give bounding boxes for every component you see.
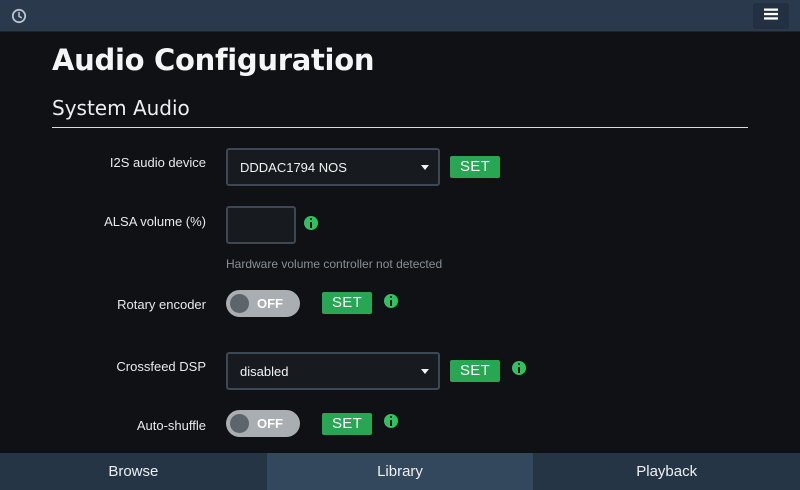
crossfeed-dsp-set-button[interactable]: SET: [450, 360, 500, 382]
crossfeed-dsp-value: disabled: [240, 364, 289, 379]
bottom-nav: Browse Library Playback: [0, 453, 800, 490]
section-title: System Audio: [52, 96, 190, 120]
toggle-knob: [230, 414, 249, 433]
i2s-device-set-button[interactable]: SET: [450, 156, 500, 178]
alsa-volume-info-icon[interactable]: [304, 216, 318, 230]
alsa-volume-input[interactable]: [226, 206, 296, 244]
top-bar: [0, 0, 800, 32]
chevron-down-icon: [421, 165, 429, 170]
menu-button[interactable]: [753, 3, 789, 29]
i2s-device-label: I2S audio device: [109, 155, 206, 170]
alsa-volume-help-text: Hardware volume controller not detected: [226, 257, 443, 271]
main-content: Audio Configuration System Audio I2S aud…: [0, 31, 800, 453]
crossfeed-dsp-select[interactable]: disabled: [226, 352, 440, 390]
section-divider: [52, 127, 748, 128]
rotary-encoder-toggle[interactable]: OFF: [226, 290, 300, 317]
i2s-device-select[interactable]: DDDAC1794 NOS: [226, 148, 440, 186]
toggle-state-label: OFF: [257, 416, 283, 431]
hamburger-menu-icon: [764, 7, 778, 25]
auto-shuffle-set-button[interactable]: SET: [322, 413, 372, 435]
crossfeed-dsp-info-icon[interactable]: [512, 361, 526, 375]
rotary-encoder-label: Rotary encoder: [117, 297, 206, 312]
nav-playback[interactable]: Playback: [533, 453, 800, 490]
auto-shuffle-toggle[interactable]: OFF: [226, 410, 300, 437]
rotary-encoder-info-icon[interactable]: [384, 294, 398, 308]
clock-icon[interactable]: [9, 6, 29, 26]
page-title: Audio Configuration: [52, 43, 375, 77]
toggle-state-label: OFF: [257, 296, 283, 311]
nav-library[interactable]: Library: [266, 453, 534, 490]
alsa-volume-label: ALSA volume (%): [104, 214, 206, 229]
toggle-knob: [230, 294, 249, 313]
auto-shuffle-info-icon[interactable]: [384, 414, 398, 428]
nav-browse[interactable]: Browse: [0, 453, 267, 490]
auto-shuffle-label: Auto-shuffle: [136, 418, 206, 433]
crossfeed-dsp-label: Crossfeed DSP: [116, 359, 206, 374]
rotary-encoder-set-button[interactable]: SET: [322, 292, 372, 314]
chevron-down-icon: [421, 369, 429, 374]
i2s-device-value: DDDAC1794 NOS: [240, 160, 347, 175]
